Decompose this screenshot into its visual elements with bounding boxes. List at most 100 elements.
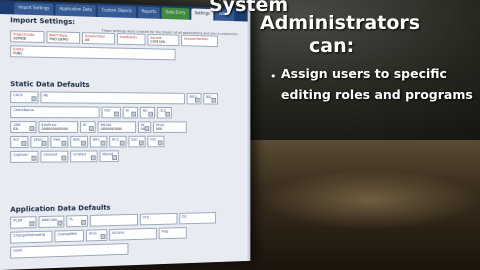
- dropdown-arrow-icon[interactable]: [81, 220, 86, 225]
- dropdown-arrow-icon[interactable]: [57, 220, 62, 225]
- form-field[interactable]: RCC: [109, 136, 126, 148]
- static-defaults-row-4: PLT SPUC PMC RHC MFC RCC ESC FSC: [10, 136, 248, 148]
- dropdown-arrow-icon[interactable]: [101, 234, 106, 239]
- form-field[interactable]: PL: [66, 215, 88, 227]
- dropdown-arrow-icon[interactable]: [212, 98, 217, 103]
- form-field[interactable]: Area: [86, 229, 107, 241]
- form-field[interactable]: PMC: [50, 136, 68, 148]
- dropdown-arrow-icon[interactable]: [139, 141, 144, 146]
- form-field[interactable]: ESC: [128, 136, 145, 148]
- form-field[interactable]: OLE: [157, 107, 172, 119]
- form-field[interactable]: NV: [140, 107, 155, 119]
- form-field[interactable]: ProjectCode SEMDB: [10, 30, 44, 43]
- field-label: Nb: [43, 93, 182, 98]
- form-field[interactable]: Source COM UNI: [147, 34, 179, 46]
- form-field[interactable]: MFC: [90, 136, 107, 148]
- field-value[interactable]: [93, 216, 135, 217]
- form-field[interactable]: Nb: [40, 91, 184, 104]
- form-field[interactable]: ChangeMethodFlg: [10, 231, 52, 244]
- tab-0[interactable]: Import Settings: [14, 2, 53, 15]
- dropdown-arrow-icon[interactable]: [81, 141, 86, 146]
- form-field[interactable]: CrgFlotn: [10, 151, 38, 163]
- field-label: STS: [143, 215, 175, 220]
- field-value[interactable]: SEMDB: [13, 36, 41, 41]
- dropdown-arrow-icon[interactable]: [31, 96, 36, 101]
- form-field[interactable]: PLT: [10, 136, 28, 148]
- slide-title-line-2: Administrators: [260, 12, 420, 34]
- slide-title-line-3: can:: [309, 35, 354, 57]
- form-field[interactable]: BSC: [203, 93, 218, 104]
- form-field[interactable]: AddCode: [38, 216, 64, 228]
- form-field[interactable]: PLSN: [10, 216, 36, 229]
- form-field[interactable]: Marlot: [100, 150, 119, 162]
- dropdown-arrow-icon[interactable]: [91, 155, 96, 160]
- form-field[interactable]: Actions: [109, 228, 157, 241]
- form-field[interactable]: Uniofort: [40, 151, 68, 163]
- dropdown-arrow-icon[interactable]: [101, 141, 106, 146]
- dropdown-arrow-icon[interactable]: [148, 112, 153, 117]
- field-value[interactable]: 0000000000: [101, 127, 134, 131]
- form-field[interactable]: SessionYear 08: [82, 32, 115, 45]
- form-field[interactable]: EmiPrice 000000000000: [38, 121, 78, 133]
- field-value[interactable]: COM UNI: [150, 40, 176, 44]
- dropdown-arrow-icon[interactable]: [61, 156, 66, 161]
- form-field[interactable]: RI: [80, 121, 96, 133]
- tab-4[interactable]: Data Entry: [162, 7, 189, 19]
- field-label: [93, 216, 135, 217]
- dropdown-arrow-icon[interactable]: [41, 141, 46, 146]
- form-field[interactable]: PFUS 000: [153, 121, 187, 133]
- form-field[interactable]: [90, 214, 138, 227]
- field-value[interactable]: 000000000000: [41, 127, 75, 131]
- dropdown-arrow-icon[interactable]: [195, 98, 200, 103]
- admin-settings-screenshot: Import Settings Application Data Custom Ob…: [0, 0, 250, 270]
- form-field[interactable]: FSC: [147, 136, 164, 148]
- form-field[interactable]: DC: [179, 212, 216, 224]
- form-field[interactable]: OBE EA: [10, 121, 36, 133]
- field-label: ClientName: [13, 108, 96, 112]
- field-label: Flag: [162, 229, 184, 233]
- dropdown-arrow-icon[interactable]: [89, 126, 94, 131]
- form-field[interactable]: SPUC: [30, 136, 48, 148]
- static-defaults-row-2: ClientName FID RI NV OLE: [10, 106, 248, 119]
- form-field[interactable]: CACE: [10, 91, 38, 103]
- form-field[interactable]: Load: [10, 243, 128, 259]
- field-label: Load: [13, 245, 125, 252]
- field-label: ChangeMth: [57, 232, 81, 237]
- dropdown-arrow-icon[interactable]: [145, 126, 150, 131]
- static-defaults-row-3: OBE EA EmiPrice 000000000000 RI MEUM 000000000…: [10, 121, 248, 133]
- form-field[interactable]: RHC: [70, 136, 88, 148]
- dropdown-arrow-icon[interactable]: [21, 141, 26, 146]
- form-field[interactable]: BSCI: [187, 93, 202, 105]
- form-field[interactable]: Unitfort: [70, 150, 97, 162]
- form-field[interactable]: BatchType PHD DEMO: [46, 31, 80, 44]
- dropdown-arrow-icon[interactable]: [158, 141, 163, 146]
- form-field[interactable]: FID: [102, 107, 121, 119]
- screenshot-panel-wrap: Import Settings Application Data Custom Ob…: [0, 0, 480, 270]
- form-field[interactable]: SessionSection: [181, 35, 218, 47]
- dropdown-arrow-icon[interactable]: [29, 221, 34, 226]
- tab-2[interactable]: Custom Objects: [98, 5, 136, 18]
- tab-1[interactable]: Application Data: [55, 4, 95, 17]
- dropdown-arrow-icon[interactable]: [120, 141, 125, 146]
- form-field[interactable]: MEUM 0000000000: [98, 121, 136, 133]
- dropdown-arrow-icon[interactable]: [112, 155, 117, 160]
- form-field[interactable]: ChangeMth: [54, 230, 84, 243]
- form-field[interactable]: Flag: [159, 227, 187, 239]
- dropdown-arrow-icon[interactable]: [29, 126, 34, 131]
- form-field[interactable]: STS: [140, 213, 178, 225]
- form-field[interactable]: Institution: [117, 33, 146, 45]
- dropdown-arrow-icon[interactable]: [131, 112, 136, 117]
- field-value[interactable]: 000: [156, 127, 184, 131]
- form-field[interactable]: ClientName: [10, 106, 99, 118]
- dropdown-arrow-icon[interactable]: [61, 141, 66, 146]
- dropdown-arrow-icon[interactable]: [165, 112, 170, 117]
- field-label: SessionSection: [184, 37, 215, 42]
- field-value[interactable]: PHD DEMO: [49, 37, 77, 42]
- form-field[interactable]: RI: [123, 107, 138, 119]
- form-field[interactable]: Entity PUBL: [10, 45, 175, 60]
- tab-3[interactable]: Reports: [138, 7, 160, 19]
- field-value[interactable]: 08: [85, 38, 112, 43]
- dropdown-arrow-icon[interactable]: [31, 156, 36, 161]
- form-field[interactable]: IN 00: [138, 121, 151, 133]
- dropdown-arrow-icon[interactable]: [114, 112, 119, 117]
